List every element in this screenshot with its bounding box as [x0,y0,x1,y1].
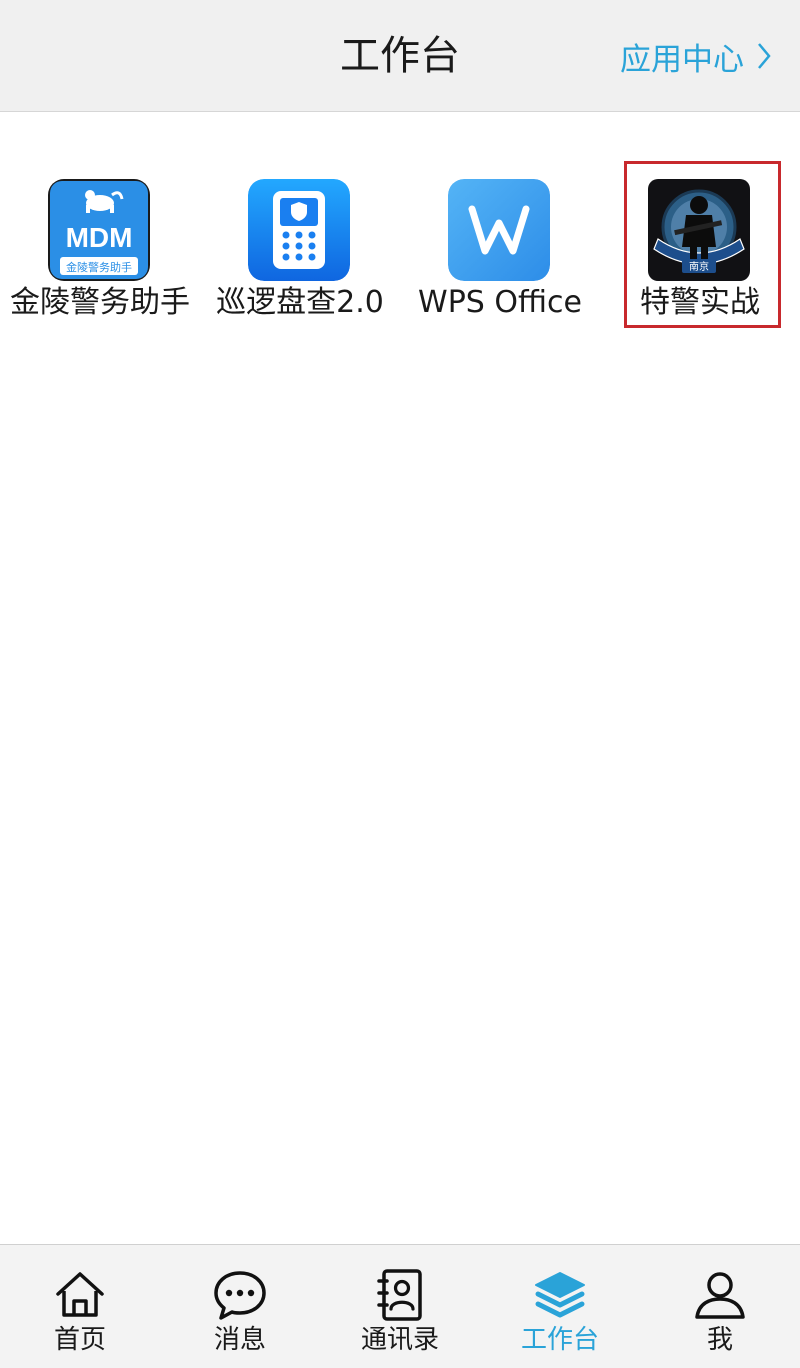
police-device-app-icon [248,179,350,281]
mdm-icon-subtext: 金陵警务助手 [66,260,132,274]
tab-me[interactable]: 我 [640,1245,800,1368]
selection-highlight-frame [624,161,781,328]
tab-home[interactable]: 首页 [0,1245,160,1368]
user-icon [695,1272,745,1319]
mdm-icon-text: MDM [66,222,133,253]
app-wps-office[interactable]: WPS Office [400,161,600,327]
tab-label: 通讯录 [360,1325,439,1355]
tab-label: 我 [706,1325,733,1355]
chevron-right-icon [758,43,771,69]
wps-app-icon [448,179,550,281]
mdm-app-icon: MDM 金陵警务助手 [48,179,150,281]
tab-label: 工作台 [520,1325,599,1355]
tab-messages[interactable]: 消息 [160,1245,320,1368]
tab-workbench[interactable]: 工作台 [480,1245,640,1368]
chat-bubble-icon [214,1271,266,1320]
home-icon [56,1272,104,1317]
app-center-link[interactable]: 应用中心 [620,32,772,80]
app-label: WPS Office [418,285,582,320]
bottom-tab-bar: 首页 消息 通讯录 工作台 我 [0,1244,800,1368]
app-label: 巡逻盘查2.0 [216,285,384,320]
tab-label: 首页 [53,1325,106,1355]
layers-icon [535,1272,585,1318]
app-label: 金陵警务助手 [10,285,190,320]
contacts-book-icon [377,1269,422,1321]
app-jinling-police-assistant[interactable]: MDM 金陵警务助手 金陵警务助手 [0,161,200,327]
tab-contacts[interactable]: 通讯录 [320,1245,480,1368]
app-center-label: 应用中心 [620,41,744,78]
app-patrol-check[interactable]: 巡逻盘查2.0 [200,161,400,327]
tab-label: 消息 [213,1325,266,1355]
header-bar: 工作台 应用中心 [0,0,800,112]
